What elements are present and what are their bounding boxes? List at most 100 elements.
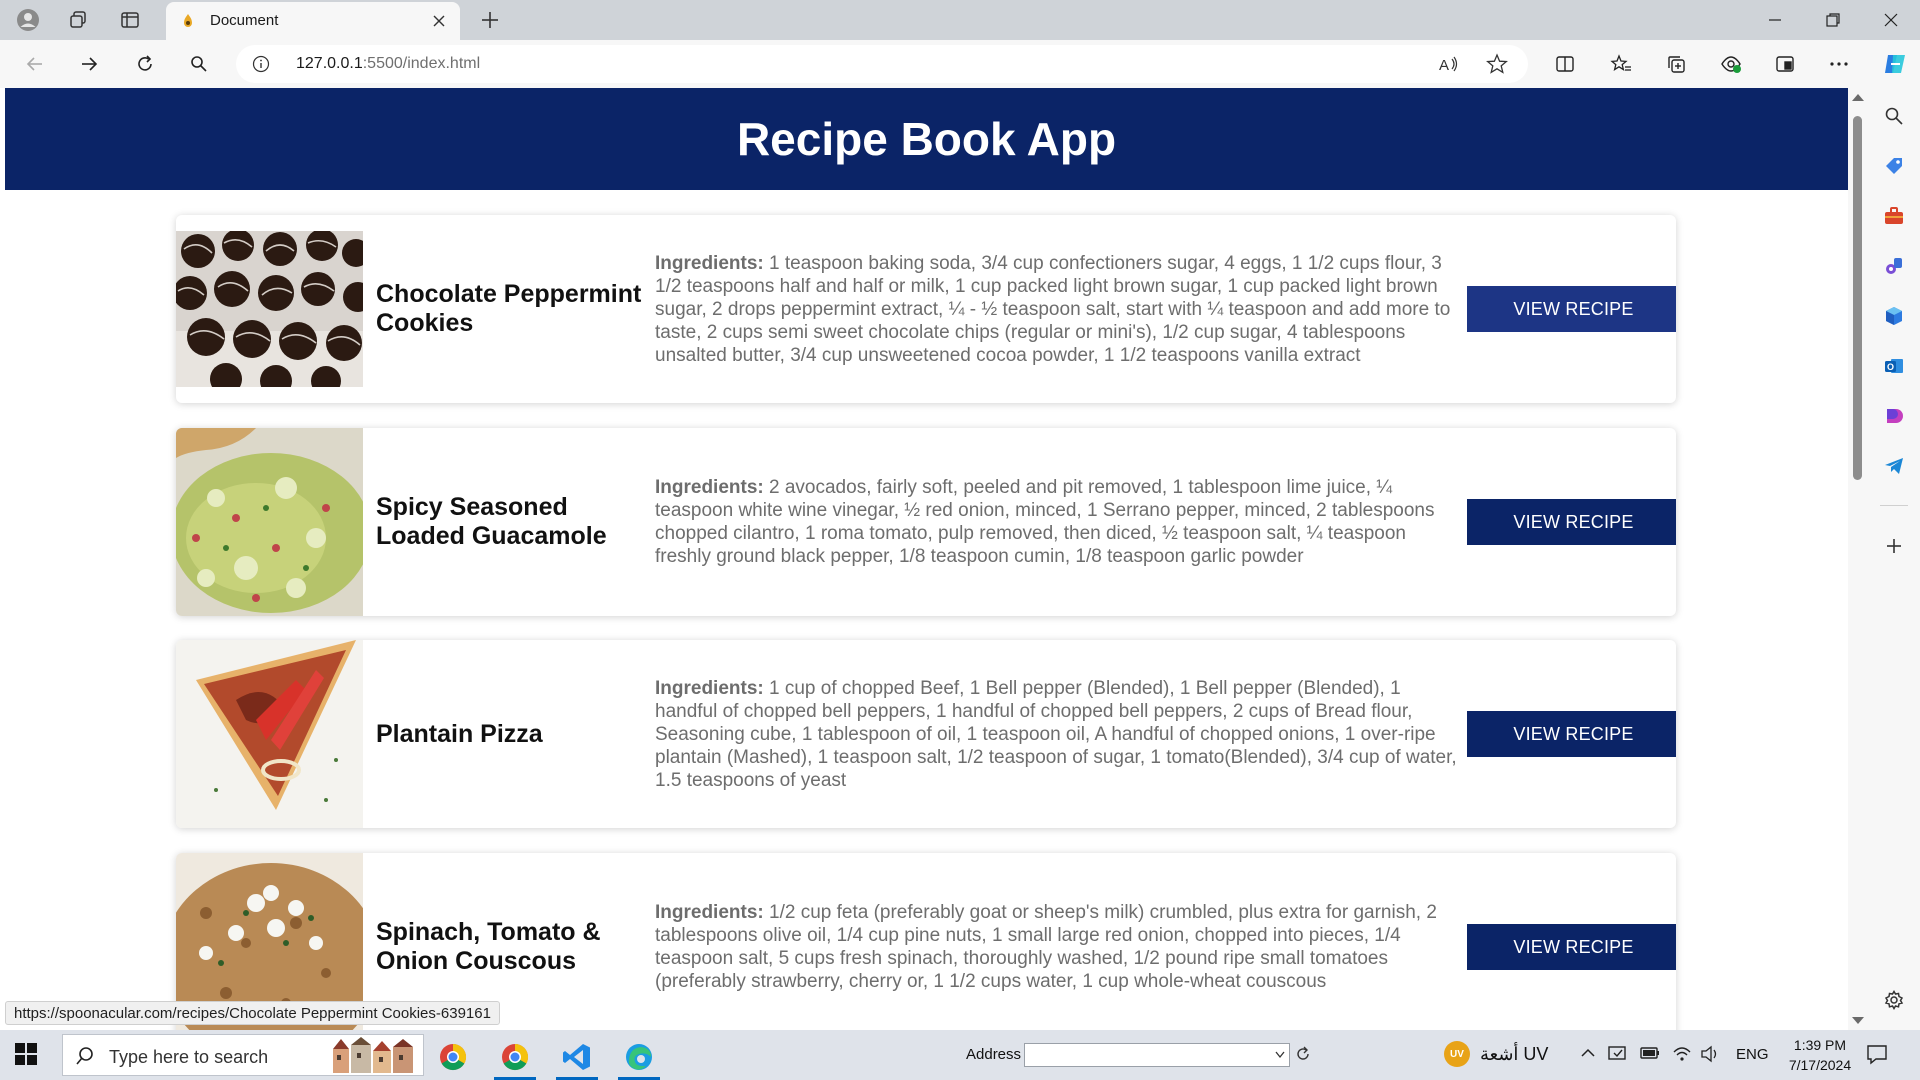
recipe-title: Spicy Seasoned Loaded Guacamole bbox=[376, 493, 607, 550]
web-page: Recipe Book App Chocolate Peppermint Coo… bbox=[5, 88, 1848, 1030]
taskbar-vscode-icon[interactable] bbox=[550, 1034, 604, 1080]
search-icon[interactable] bbox=[184, 49, 214, 79]
minimize-icon[interactable] bbox=[1752, 4, 1798, 36]
windows-start-icon[interactable] bbox=[14, 1042, 38, 1066]
recipe-image bbox=[176, 640, 363, 828]
taskbar-chrome-active-icon[interactable] bbox=[488, 1034, 542, 1080]
volume-icon[interactable] bbox=[1700, 1045, 1720, 1063]
ingredients-label: Ingredients: bbox=[655, 902, 764, 923]
ingredients-label: Ingredients: bbox=[655, 477, 764, 498]
close-window-icon[interactable] bbox=[1868, 4, 1914, 36]
sidebar-settings-icon[interactable] bbox=[1882, 988, 1906, 1012]
view-recipe-button[interactable]: VIEW RECIPE bbox=[1467, 499, 1676, 545]
ingredients-text: 1/2 cup feta (preferably goat or sheep's… bbox=[655, 902, 1437, 992]
browser-tab-bar: Document bbox=[0, 0, 1920, 40]
url-bar[interactable]: 127.0.0.1:5500/index.html A bbox=[236, 45, 1528, 83]
url-host: 127.0.0.1 bbox=[296, 55, 363, 72]
taskbar-search-box[interactable]: Type here to search bbox=[62, 1034, 424, 1076]
tab-close-icon[interactable] bbox=[428, 10, 450, 32]
ingredients-text: 1 teaspoon baking soda, 3/4 cup confecti… bbox=[655, 252, 1451, 366]
battery-icon[interactable] bbox=[1640, 1045, 1660, 1061]
ingredients-text: 2 avocados, fairly soft, peeled and pit … bbox=[655, 477, 1435, 567]
more-options-icon[interactable] bbox=[1824, 49, 1854, 79]
copilot-icon[interactable] bbox=[1880, 49, 1910, 79]
svg-text:A: A bbox=[1439, 57, 1449, 74]
show-hidden-icons-icon[interactable] bbox=[1580, 1045, 1596, 1061]
shopping-tag-icon[interactable] bbox=[1882, 154, 1906, 178]
taskbar-clock[interactable]: 1:39 PM 7/17/2024 bbox=[1760, 1035, 1880, 1075]
sidebar-divider bbox=[1880, 505, 1908, 506]
ingredients-text: 1 cup of chopped Beef, 1 Bell pepper (Bl… bbox=[655, 677, 1457, 791]
scroll-down-icon[interactable] bbox=[1852, 1017, 1864, 1024]
page-title: Recipe Book App bbox=[736, 113, 1117, 165]
notifications-icon[interactable] bbox=[1866, 1043, 1888, 1065]
forward-icon[interactable] bbox=[74, 49, 104, 79]
security-center-icon[interactable] bbox=[1608, 1045, 1628, 1063]
ingredients-label: Ingredients: bbox=[655, 677, 764, 699]
url-path: :5500/index.html bbox=[362, 55, 481, 72]
taskbar-search-icon bbox=[76, 1047, 93, 1065]
scroll-up-icon[interactable] bbox=[1852, 94, 1864, 101]
search-highlight-illustration-icon bbox=[333, 1037, 413, 1073]
workspace-panel-icon[interactable] bbox=[1770, 49, 1800, 79]
view-recipe-button[interactable]: VIEW RECIPE bbox=[1467, 286, 1676, 332]
microsoft-365-icon[interactable] bbox=[1882, 304, 1906, 328]
restore-icon[interactable] bbox=[1810, 4, 1856, 36]
back-icon[interactable] bbox=[20, 49, 50, 79]
address-go-icon[interactable] bbox=[1294, 1045, 1312, 1063]
clock-time: 1:39 PM bbox=[1793, 1037, 1847, 1053]
telegram-icon[interactable] bbox=[1882, 454, 1906, 478]
workspaces-icon[interactable] bbox=[64, 6, 92, 34]
app-header: Recipe Book App bbox=[5, 88, 1848, 190]
taskbar-edge-icon[interactable] bbox=[612, 1034, 666, 1080]
scrollbar-thumb[interactable] bbox=[1853, 116, 1862, 480]
browser-toolbar: 127.0.0.1:5500/index.html A bbox=[0, 40, 1920, 88]
drop-icon[interactable] bbox=[1882, 404, 1906, 428]
read-aloud-icon[interactable]: A bbox=[1438, 53, 1460, 75]
view-recipe-button[interactable]: VIEW RECIPE bbox=[1467, 711, 1676, 757]
svg-text:O: O bbox=[1887, 362, 1894, 372]
sidebar-search-icon[interactable] bbox=[1882, 104, 1906, 128]
games-icon[interactable] bbox=[1882, 254, 1906, 278]
favicon-icon bbox=[184, 14, 192, 27]
add-sidebar-app-icon[interactable] bbox=[1882, 534, 1906, 558]
weather-icon[interactable]: UV bbox=[1444, 1041, 1470, 1067]
recipe-image bbox=[176, 428, 363, 616]
outlook-icon[interactable]: O bbox=[1882, 354, 1906, 378]
favorite-star-icon[interactable] bbox=[1486, 53, 1508, 75]
recipe-ingredients: Ingredients: 2 avocados, fairly soft, pe… bbox=[655, 428, 1459, 616]
profile-icon[interactable] bbox=[14, 6, 42, 34]
recipe-image bbox=[176, 231, 363, 387]
page-scrollbar[interactable] bbox=[1848, 88, 1868, 1030]
split-screen-icon[interactable] bbox=[1550, 49, 1580, 79]
recipe-title: Plantain Pizza bbox=[376, 719, 543, 748]
recipe-card: Spicy Seasoned Loaded Guacamole Ingredie… bbox=[176, 428, 1676, 616]
tools-briefcase-icon[interactable] bbox=[1882, 204, 1906, 228]
tab-document[interactable]: Document bbox=[166, 2, 460, 40]
site-info-icon[interactable] bbox=[252, 55, 270, 73]
view-recipe-button[interactable]: VIEW RECIPE bbox=[1467, 924, 1676, 970]
taskbar-chrome-icon[interactable] bbox=[426, 1034, 480, 1080]
recipe-ingredients: Ingredients: 1/2 cup feta (preferably go… bbox=[655, 853, 1459, 1030]
weather-text[interactable]: أشعة UV bbox=[1480, 1044, 1548, 1065]
taskbar-address-input[interactable] bbox=[1024, 1043, 1290, 1067]
link-status-bar: https://spoonacular.com/recipes/Chocolat… bbox=[5, 1001, 500, 1025]
windows-taskbar: Type here to search Address UV أشعة UV E… bbox=[0, 1030, 1920, 1080]
recipe-title: Chocolate Peppermint Cookies bbox=[376, 280, 642, 337]
wifi-icon[interactable] bbox=[1672, 1045, 1692, 1063]
tab-title: Document bbox=[210, 12, 279, 29]
edge-sidebar: O bbox=[1868, 88, 1920, 1030]
collections-icon[interactable] bbox=[1661, 49, 1691, 79]
new-tab-icon[interactable] bbox=[476, 6, 504, 34]
taskbar-address-label: Address bbox=[966, 1046, 1022, 1063]
address-dropdown-icon[interactable] bbox=[1275, 1051, 1285, 1059]
browser-essentials-icon[interactable] bbox=[1716, 49, 1746, 79]
url-text[interactable]: 127.0.0.1:5500/index.html bbox=[296, 55, 480, 73]
ingredients-label: Ingredients: bbox=[655, 252, 764, 274]
favorites-icon[interactable] bbox=[1606, 49, 1636, 79]
clock-date: 7/17/2024 bbox=[1788, 1057, 1852, 1073]
refresh-icon[interactable] bbox=[130, 49, 160, 79]
recipe-card: Chocolate Peppermint Cookies Ingredients… bbox=[176, 215, 1676, 403]
recipe-card: Plantain Pizza Ingredients: 1 cup of cho… bbox=[176, 640, 1676, 828]
tab-actions-icon[interactable] bbox=[116, 6, 144, 34]
